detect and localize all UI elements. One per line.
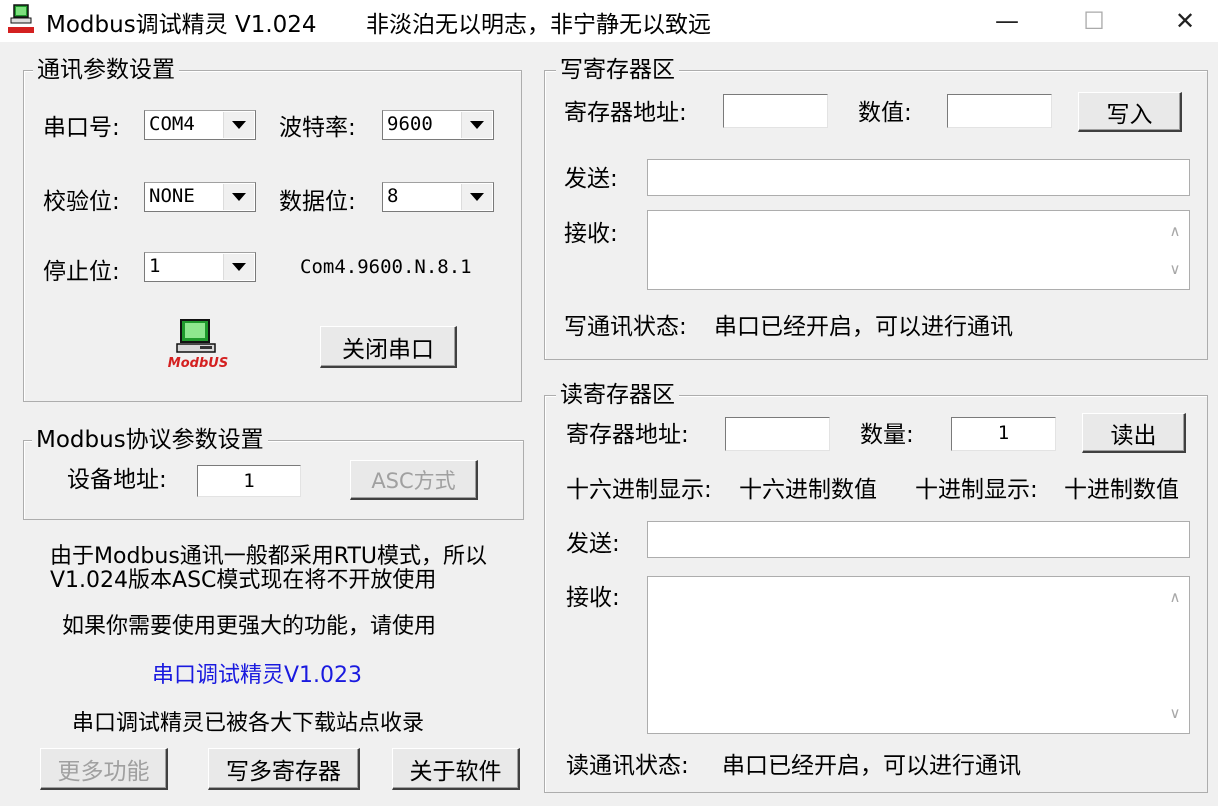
read-address-label: 寄存器地址: — [566, 422, 689, 448]
read-button[interactable]: 读出 — [1082, 413, 1186, 453]
serial-tool-link[interactable]: 串口调试精灵V1.023 — [152, 663, 362, 689]
write-register-legend: 写寄存器区 — [556, 56, 679, 84]
app-icon[interactable] — [6, 4, 36, 36]
close-port-button[interactable]: 关闭串口 — [320, 326, 457, 368]
port-dropdown-button[interactable] — [223, 112, 254, 138]
chevron-down-icon — [470, 121, 484, 129]
asc-mode-button[interactable]: ASC方式 — [350, 460, 478, 500]
write-status-value: 串口已经开启，可以进行通讯 — [714, 314, 1013, 340]
chevron-down-icon — [470, 193, 484, 201]
dec-display-value: 十进制数值 — [1064, 477, 1179, 503]
hex-display-label: 十六进制显示: — [566, 477, 712, 503]
databits-select[interactable]: 8 — [382, 182, 494, 212]
read-count-input[interactable]: 1 — [951, 417, 1056, 451]
device-address-input[interactable]: 1 — [197, 465, 301, 497]
note-line-1: 由于Modbus通讯一般都采用RTU模式，所以 — [50, 544, 488, 569]
read-send-field[interactable] — [647, 521, 1190, 558]
scroll-down-icon[interactable]: ∨ — [1161, 257, 1189, 281]
scroll-down-icon[interactable]: ∨ — [1161, 701, 1189, 725]
write-receive-scrollbar[interactable]: ∧ ∨ — [1161, 211, 1189, 289]
logo-text: ModbUS — [167, 356, 229, 371]
write-button[interactable]: 写入 — [1078, 92, 1182, 132]
comm-params-legend: 通讯参数设置 — [33, 56, 179, 84]
databits-value: 8 — [387, 185, 399, 207]
write-value-label: 数值: — [858, 100, 912, 126]
minimize-icon: — — [995, 7, 1019, 35]
write-multi-register-button[interactable]: 写多寄存器 — [208, 748, 360, 790]
modbus-logo: ModbUS — [166, 318, 230, 376]
read-address-input[interactable] — [725, 417, 830, 451]
close-button[interactable]: ✕ — [1162, 0, 1208, 42]
maximize-icon: ☐ — [1083, 7, 1105, 35]
write-send-field[interactable] — [647, 159, 1190, 196]
parity-select[interactable]: NONE — [144, 182, 256, 212]
stopbits-select[interactable]: 1 — [144, 252, 256, 282]
read-status-value: 串口已经开启，可以进行通讯 — [722, 753, 1021, 779]
protocol-params-legend: Modbus协议参数设置 — [32, 426, 268, 454]
stopbits-value: 1 — [149, 255, 161, 277]
baud-dropdown-button[interactable] — [461, 112, 492, 138]
scroll-up-icon[interactable]: ∧ — [1161, 585, 1189, 609]
about-software-button[interactable]: 关于软件 — [392, 748, 520, 790]
maximize-button[interactable]: ☐ — [1071, 0, 1117, 42]
baud-select[interactable]: 9600 — [382, 110, 494, 140]
chevron-down-icon — [232, 193, 246, 201]
computer-icon — [176, 319, 216, 353]
read-send-label: 发送: — [566, 531, 620, 557]
chevron-down-icon — [232, 121, 246, 129]
write-address-label: 寄存器地址: — [564, 100, 687, 126]
more-features-button[interactable]: 更多功能 — [40, 748, 168, 790]
write-value-input[interactable] — [947, 94, 1052, 128]
note-line-2: V1.024版本ASC模式现在将不开放使用 — [50, 568, 437, 593]
stopbits-dropdown-button[interactable] — [223, 254, 254, 280]
comm-summary: Com4.9600.N.8.1 — [300, 256, 472, 278]
window-title: Modbus调试精灵 V1.024 — [46, 12, 317, 38]
parity-label: 校验位: — [43, 189, 120, 215]
databits-label: 数据位: — [279, 189, 356, 215]
databits-dropdown-button[interactable] — [461, 184, 492, 210]
write-receive-textarea[interactable]: ∧ ∨ — [647, 210, 1190, 290]
read-receive-textarea[interactable]: ∧ ∨ — [647, 576, 1190, 734]
baud-value: 9600 — [387, 113, 433, 135]
close-icon: ✕ — [1174, 7, 1196, 35]
read-register-legend: 读寄存器区 — [556, 381, 679, 409]
read-receive-label: 接收: — [566, 585, 620, 611]
port-label: 串口号: — [43, 115, 120, 141]
scroll-up-icon[interactable]: ∧ — [1161, 219, 1189, 243]
read-status-label: 读通讯状态: — [566, 753, 689, 779]
parity-value: NONE — [149, 185, 195, 207]
write-receive-label: 接收: — [564, 221, 618, 247]
note-line-4: 串口调试精灵已被各大下载站点收录 — [72, 711, 425, 736]
chevron-down-icon — [232, 263, 246, 271]
write-status-label: 写通讯状态: — [564, 314, 687, 340]
port-select[interactable]: COM4 — [144, 110, 256, 140]
device-address-label: 设备地址: — [67, 467, 167, 493]
write-address-input[interactable] — [723, 94, 828, 128]
title-bar: Modbus调试精灵 V1.024 非淡泊无以明志，非宁静无以致远 — ☐ ✕ — [0, 0, 1218, 42]
window-motto: 非淡泊无以明志，非宁静无以致远 — [366, 12, 711, 38]
minimize-button[interactable]: — — [984, 0, 1030, 42]
port-value: COM4 — [149, 113, 195, 135]
read-count-label: 数量: — [860, 422, 914, 448]
write-send-label: 发送: — [564, 166, 618, 192]
note-line-3: 如果你需要使用更强大的功能，请使用 — [62, 614, 437, 639]
baud-label: 波特率: — [279, 115, 356, 141]
read-receive-scrollbar[interactable]: ∧ ∨ — [1161, 577, 1189, 733]
dec-display-label: 十进制显示: — [915, 477, 1038, 503]
hex-display-value: 十六进制数值 — [739, 477, 877, 503]
stopbits-label: 停止位: — [43, 259, 120, 285]
parity-dropdown-button[interactable] — [223, 184, 254, 210]
